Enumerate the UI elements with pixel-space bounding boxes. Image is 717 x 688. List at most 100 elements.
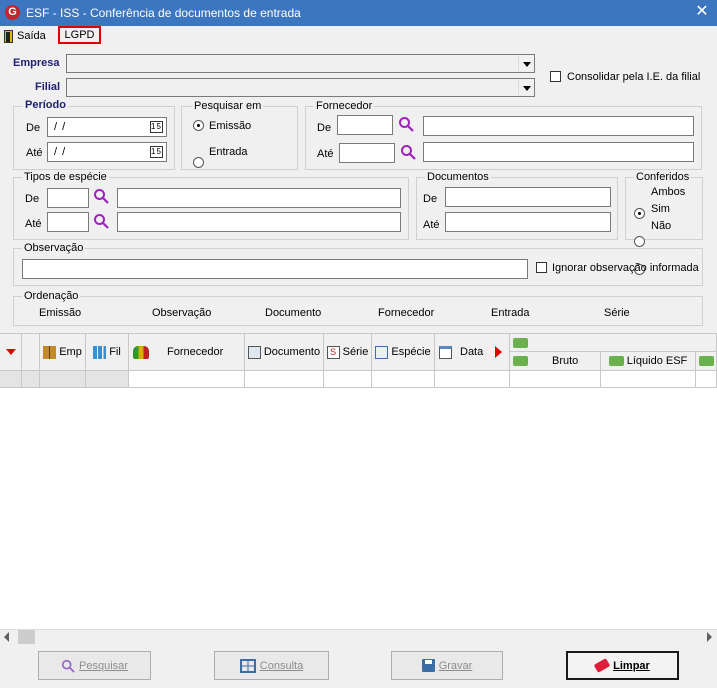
consulta-button[interactable]: Consulta [214,651,329,680]
menu-exit[interactable]: Saída [4,28,46,44]
table-cell[interactable] [510,371,601,388]
scroll-left-icon[interactable] [4,632,9,642]
table-cell[interactable] [435,371,510,388]
menu-lgpd[interactable]: LGPD [58,26,101,44]
radio-sim-label: Sim [651,203,670,215]
grid-col-more[interactable] [696,352,717,371]
tipos-ate-label: Até [25,218,42,230]
limpar-button-label: Limpar [613,659,650,672]
scroll-right-icon[interactable] [707,632,712,642]
table-row-indicator[interactable] [0,371,22,388]
table-cell[interactable] [372,371,435,388]
grid-col-documento-label: Documento [263,346,321,358]
tipos-ate-code[interactable] [47,212,89,232]
search-icon[interactable] [398,116,414,132]
grid-col-fornecedor[interactable]: Fornecedor [129,334,245,371]
limpar-button[interactable]: Limpar [566,651,679,680]
table-row-select[interactable] [22,371,40,388]
fornecedor-de-label: De [317,122,332,134]
periodo-ate-value: / / [54,146,67,158]
search-icon[interactable] [93,188,109,204]
periodo-de-input[interactable]: / / 15 [47,117,167,137]
radio-ambos-label: Ambos [651,186,686,198]
fornecedor-ate-label: Até [317,148,334,160]
tipos-de-code[interactable] [47,188,89,208]
grid-col-documento[interactable]: Documento [245,334,324,371]
search-icon [61,659,75,673]
exit-door-icon [4,29,13,43]
grid-view-icon [239,658,256,673]
building-icon [43,345,57,359]
grid-col-fornecedor-label: Fornecedor [167,346,224,358]
grid-col-fil-label: Fil [109,346,121,358]
documentos-de-input[interactable] [445,187,611,207]
money-icon [513,356,528,366]
close-icon[interactable]: ✕ [693,3,711,21]
gravar-button[interactable]: Gravar [391,651,503,680]
search-icon[interactable] [93,213,109,229]
periodo-de-value: / / [54,121,67,133]
grid-col-especie[interactable]: Espécie [372,334,435,371]
radio-ord-fornecedor-label: Fornecedor [378,307,435,319]
table-cell[interactable] [696,371,717,388]
grid-col-liquido-label: Líquido ESF [626,355,688,367]
table-cell[interactable] [129,371,245,388]
scrollbar-thumb[interactable] [18,630,35,644]
empresa-combo[interactable] [66,54,535,73]
window-title: ESF - ISS - Conferência de documentos de… [26,6,301,20]
radio-sim[interactable] [634,236,645,247]
pesquisar-button[interactable]: Pesquisar [38,651,151,680]
periodo-ate-input[interactable]: / / 15 [47,142,167,162]
grid-col-emp-label: Emp [59,346,82,358]
fornecedor-ate-name[interactable] [423,142,694,162]
radio-ord-emissao-label: Emissão [39,307,82,319]
branch-icon [93,345,107,359]
chevron-down-icon[interactable] [518,80,533,95]
grid-col-bruto[interactable]: Bruto [510,352,601,371]
documentos-de-label: De [423,193,438,205]
table-cell[interactable] [86,371,129,388]
tipos-ate-name[interactable] [117,212,401,232]
chevron-down-icon[interactable] [518,56,533,71]
search-icon[interactable] [400,144,416,160]
grid-col-emp[interactable]: Emp [40,334,86,371]
caret-down-icon[interactable] [5,349,16,355]
save-disk-icon [421,659,435,672]
ordenacao-group [13,296,703,326]
table-cell[interactable] [601,371,696,388]
fornecedor-de-code[interactable] [337,115,393,135]
grid-col-serie[interactable]: S Série [324,334,372,371]
grid-col-fil[interactable]: Fil [86,334,129,371]
money-icon [608,356,624,366]
grid-col-liquido[interactable]: Líquido ESF [601,352,696,371]
table-cell[interactable] [245,371,324,388]
scroll-right-arrow-icon[interactable] [495,346,503,358]
tipos-de-name[interactable] [117,188,401,208]
clipboard-icon [247,345,261,359]
radio-emissao[interactable] [193,120,204,131]
fornecedor-ate-code[interactable] [339,143,395,163]
calendar-icon[interactable]: 15 [150,146,163,158]
consolidar-checkbox[interactable] [550,71,561,82]
ordenacao-title: Ordenação [22,290,81,302]
filial-combo[interactable] [66,78,535,97]
radio-ord-entrada-label: Entrada [491,307,530,319]
ignorar-observacao-checkbox[interactable] [536,262,547,273]
grid-values-group-header [510,334,717,352]
radio-ambos[interactable] [634,208,645,219]
table-cell[interactable] [40,371,86,388]
documentos-title: Documentos [425,171,491,183]
empresa-label: Empresa [13,57,60,69]
table-cell[interactable] [324,371,372,388]
observacao-input[interactable] [22,259,528,279]
horizontal-scrollbar[interactable] [0,629,717,645]
radio-entrada[interactable] [193,157,204,168]
observacao-title: Observação [22,242,86,254]
periodo-title: Período [23,99,68,111]
documentos-ate-label: Até [423,219,440,231]
documentos-ate-input[interactable] [445,212,611,232]
fornecedor-de-name[interactable] [423,116,694,136]
grid-col-data[interactable]: Data [435,334,510,371]
radio-ord-observacao-label: Observação [152,307,212,319]
calendar-icon[interactable]: 15 [150,121,163,133]
